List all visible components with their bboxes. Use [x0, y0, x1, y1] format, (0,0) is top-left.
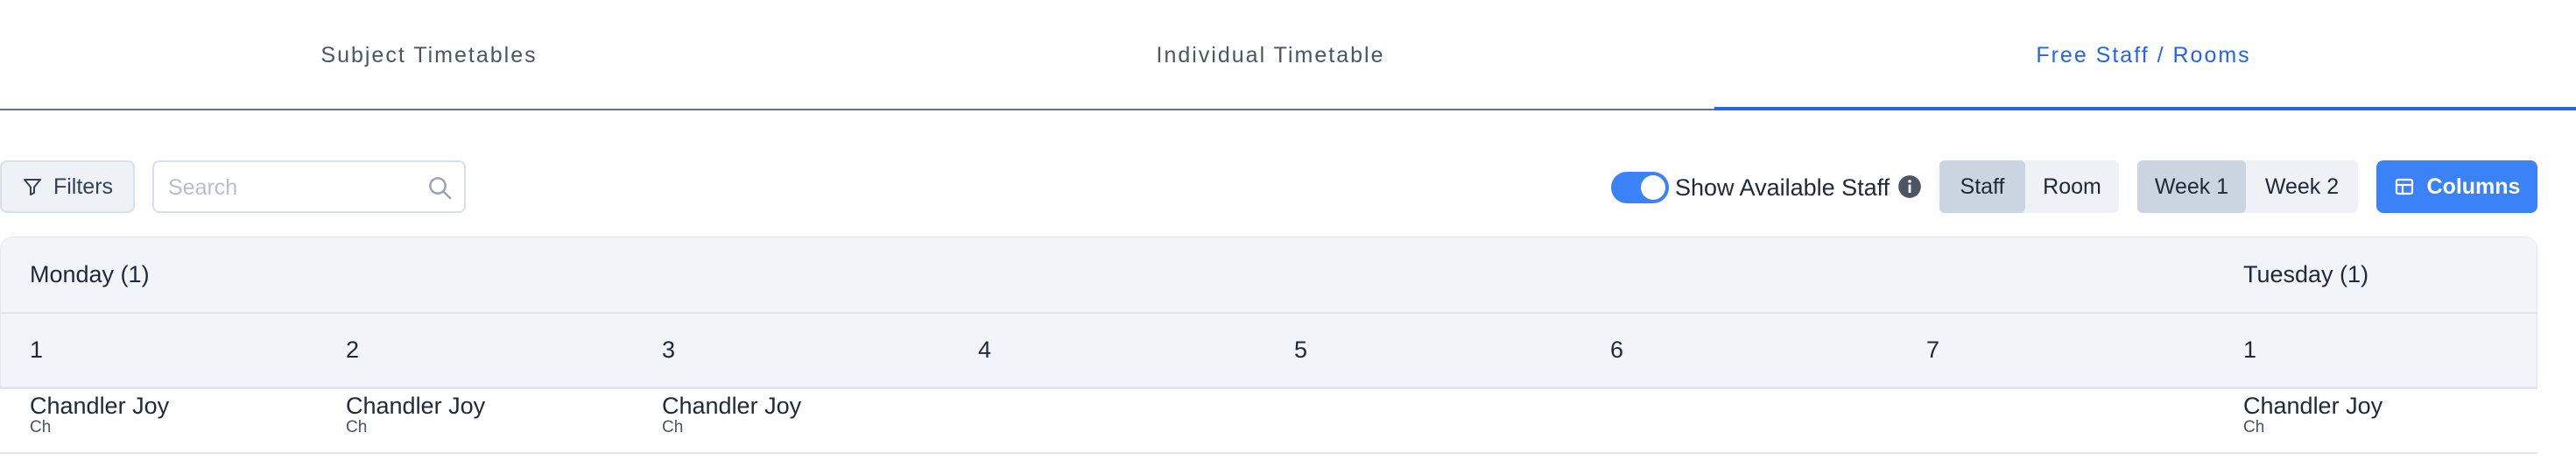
day-header-tuesday: Tuesday (1) [2243, 261, 2369, 287]
staff-code: Ch [2243, 418, 2265, 436]
filters-button[interactable]: Filters [0, 160, 135, 213]
staff-option[interactable]: Staff [1939, 160, 2025, 213]
period-header: 2 [346, 337, 360, 363]
info-icon[interactable] [1897, 174, 1922, 199]
row-divider [0, 312, 2537, 314]
period-header: 5 [1294, 337, 1308, 363]
show-available-staff-toggle[interactable] [1611, 172, 1669, 203]
staff-code: Ch [30, 418, 52, 436]
period-header: 1 [2243, 337, 2257, 363]
staff-room-switch: Staff Room [1939, 160, 2119, 213]
week-2-option[interactable]: Week 2 [2246, 160, 2358, 213]
tab-free-staff-rooms[interactable]: Free Staff / Rooms [1714, 0, 2572, 110]
week-switch: Week 1 Week 2 [2137, 160, 2358, 213]
staff-name: Chandler Joy [346, 393, 486, 419]
period-header: 4 [978, 337, 992, 363]
tab-individual-timetable[interactable]: Individual Timetable [841, 0, 1700, 110]
filters-label: Filters [53, 174, 114, 199]
staff-name: Chandler Joy [30, 393, 170, 419]
staff-name: Chandler Joy [2243, 393, 2383, 419]
search-field[interactable] [152, 160, 466, 213]
columns-label: Columns [2426, 174, 2521, 199]
period-header: 6 [1610, 337, 1624, 363]
staff-cell[interactable]: Chandler Joy Ch [2243, 393, 2382, 436]
period-header: 7 [1926, 337, 1940, 363]
staff-name: Chandler Joy [662, 393, 802, 419]
timetable-grid: Monday (1) Tuesday (1) 1 2 3 4 5 6 7 1 C… [0, 237, 2537, 468]
staff-code: Ch [346, 418, 368, 436]
room-option[interactable]: Room [2025, 160, 2119, 213]
staff-cell[interactable]: Chandler Joy Ch [346, 393, 485, 436]
row-divider [0, 452, 2537, 454]
period-header: 1 [30, 337, 44, 363]
show-available-staff-label: Show Available Staff [1675, 174, 1890, 201]
toggle-knob [1641, 175, 1665, 200]
tab-bar: Subject Timetables Individual Timetable … [0, 0, 2576, 110]
filter-icon [23, 179, 41, 195]
day-header-monday: Monday (1) [30, 261, 150, 287]
table-icon [2395, 178, 2413, 195]
columns-button[interactable]: Columns [2376, 160, 2537, 213]
staff-cell[interactable]: Chandler Joy Ch [30, 393, 169, 436]
week-1-option[interactable]: Week 1 [2137, 160, 2246, 213]
search-icon[interactable] [426, 174, 454, 202]
search-input[interactable] [166, 171, 415, 204]
active-tab-indicator [1714, 107, 2576, 110]
staff-code: Ch [662, 418, 684, 436]
period-header: 3 [662, 337, 676, 363]
staff-cell[interactable]: Chandler Joy Ch [662, 393, 801, 436]
tab-subject-timetables[interactable]: Subject Timetables [0, 0, 858, 110]
row-divider [0, 387, 2537, 389]
